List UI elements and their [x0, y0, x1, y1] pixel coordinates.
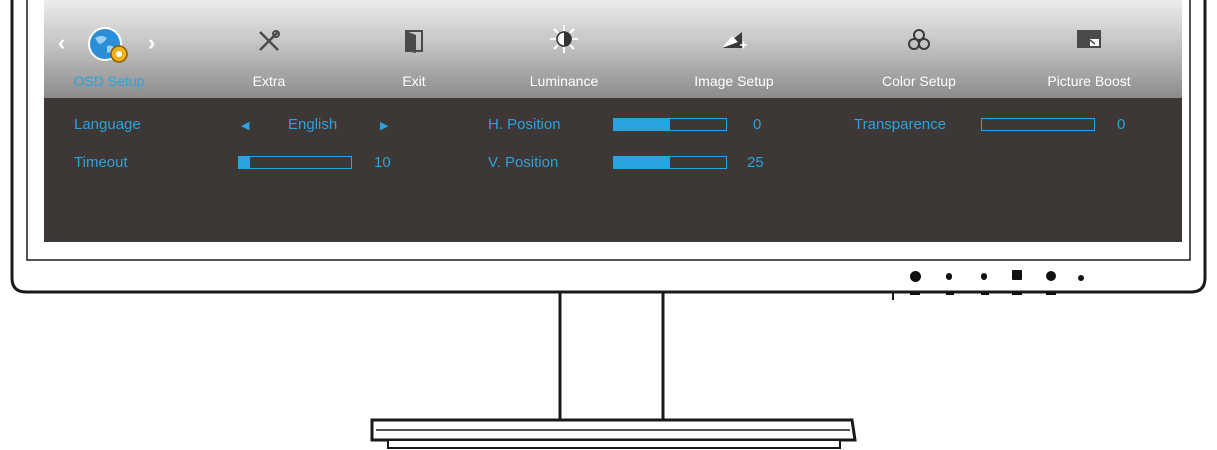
h-position-label: H. Position [488, 116, 561, 133]
menu-button[interactable] [1012, 270, 1022, 280]
power-button[interactable] [910, 271, 921, 282]
tab-osd-setup[interactable]: ‹ › OSD Setup [54, 0, 164, 98]
tab-luminance[interactable]: Luminance [509, 0, 619, 98]
image-setup-icon [722, 32, 747, 49]
tab-extra[interactable]: Extra [219, 0, 319, 98]
timeout-slider[interactable] [238, 156, 352, 169]
h-position-value: 0 [753, 116, 762, 133]
chevron-left-icon[interactable]: ‹ [58, 30, 65, 56]
language-value[interactable]: English [288, 116, 337, 133]
osd-settings-panel: Language ◀ English ▶ Timeout 10 H. Posit… [44, 98, 1182, 242]
tab-label: Picture Boost [1047, 73, 1131, 89]
v-position-value: 25 [747, 154, 764, 171]
tab-label: OSD Setup [73, 73, 145, 89]
slider-fill [614, 119, 670, 130]
language-next-icon[interactable]: ▶ [380, 119, 388, 132]
left-button[interactable] [946, 273, 952, 280]
exit-door-icon [405, 30, 423, 53]
tab-picture-boost[interactable]: Picture Boost [1029, 0, 1149, 98]
tab-label: Extra [252, 73, 286, 89]
transparence-label: Transparence [854, 116, 946, 133]
color-circles-icon [908, 29, 930, 50]
timeout-value: 10 [374, 154, 391, 171]
right-button[interactable] [981, 273, 987, 280]
osd-tab-bar: ‹ › OSD Setup Extra Exit Luminance Image… [44, 0, 1182, 98]
language-label: Language [74, 116, 141, 133]
button-marks [908, 292, 1058, 296]
tab-label: Image Setup [694, 73, 774, 89]
tab-exit[interactable]: Exit [374, 0, 454, 98]
tab-color-setup[interactable]: Color Setup [859, 0, 979, 98]
h-position-slider[interactable] [613, 118, 727, 131]
osd-menu: ‹ › OSD Setup Extra Exit Luminance Image… [44, 0, 1182, 242]
timeout-label: Timeout [74, 154, 128, 171]
exit-button[interactable] [1046, 271, 1056, 281]
v-position-label: V. Position [488, 154, 559, 171]
tab-label: Color Setup [882, 73, 956, 89]
tab-label: Luminance [529, 73, 599, 89]
v-position-slider[interactable] [613, 156, 727, 169]
tools-icon [259, 30, 280, 51]
tab-image-setup[interactable]: Image Setup [674, 0, 794, 98]
slider-fill [239, 157, 251, 168]
power-led [1078, 275, 1084, 281]
transparence-slider[interactable] [981, 118, 1095, 131]
sun-icon [550, 25, 578, 53]
chevron-right-icon[interactable]: › [148, 30, 155, 56]
globe-gear-icon [88, 27, 128, 63]
language-prev-icon[interactable]: ◀ [241, 119, 249, 132]
slider-fill [614, 157, 670, 168]
transparence-value: 0 [1117, 116, 1126, 133]
picture-boost-icon [1077, 30, 1101, 48]
tab-label: Exit [402, 73, 426, 89]
